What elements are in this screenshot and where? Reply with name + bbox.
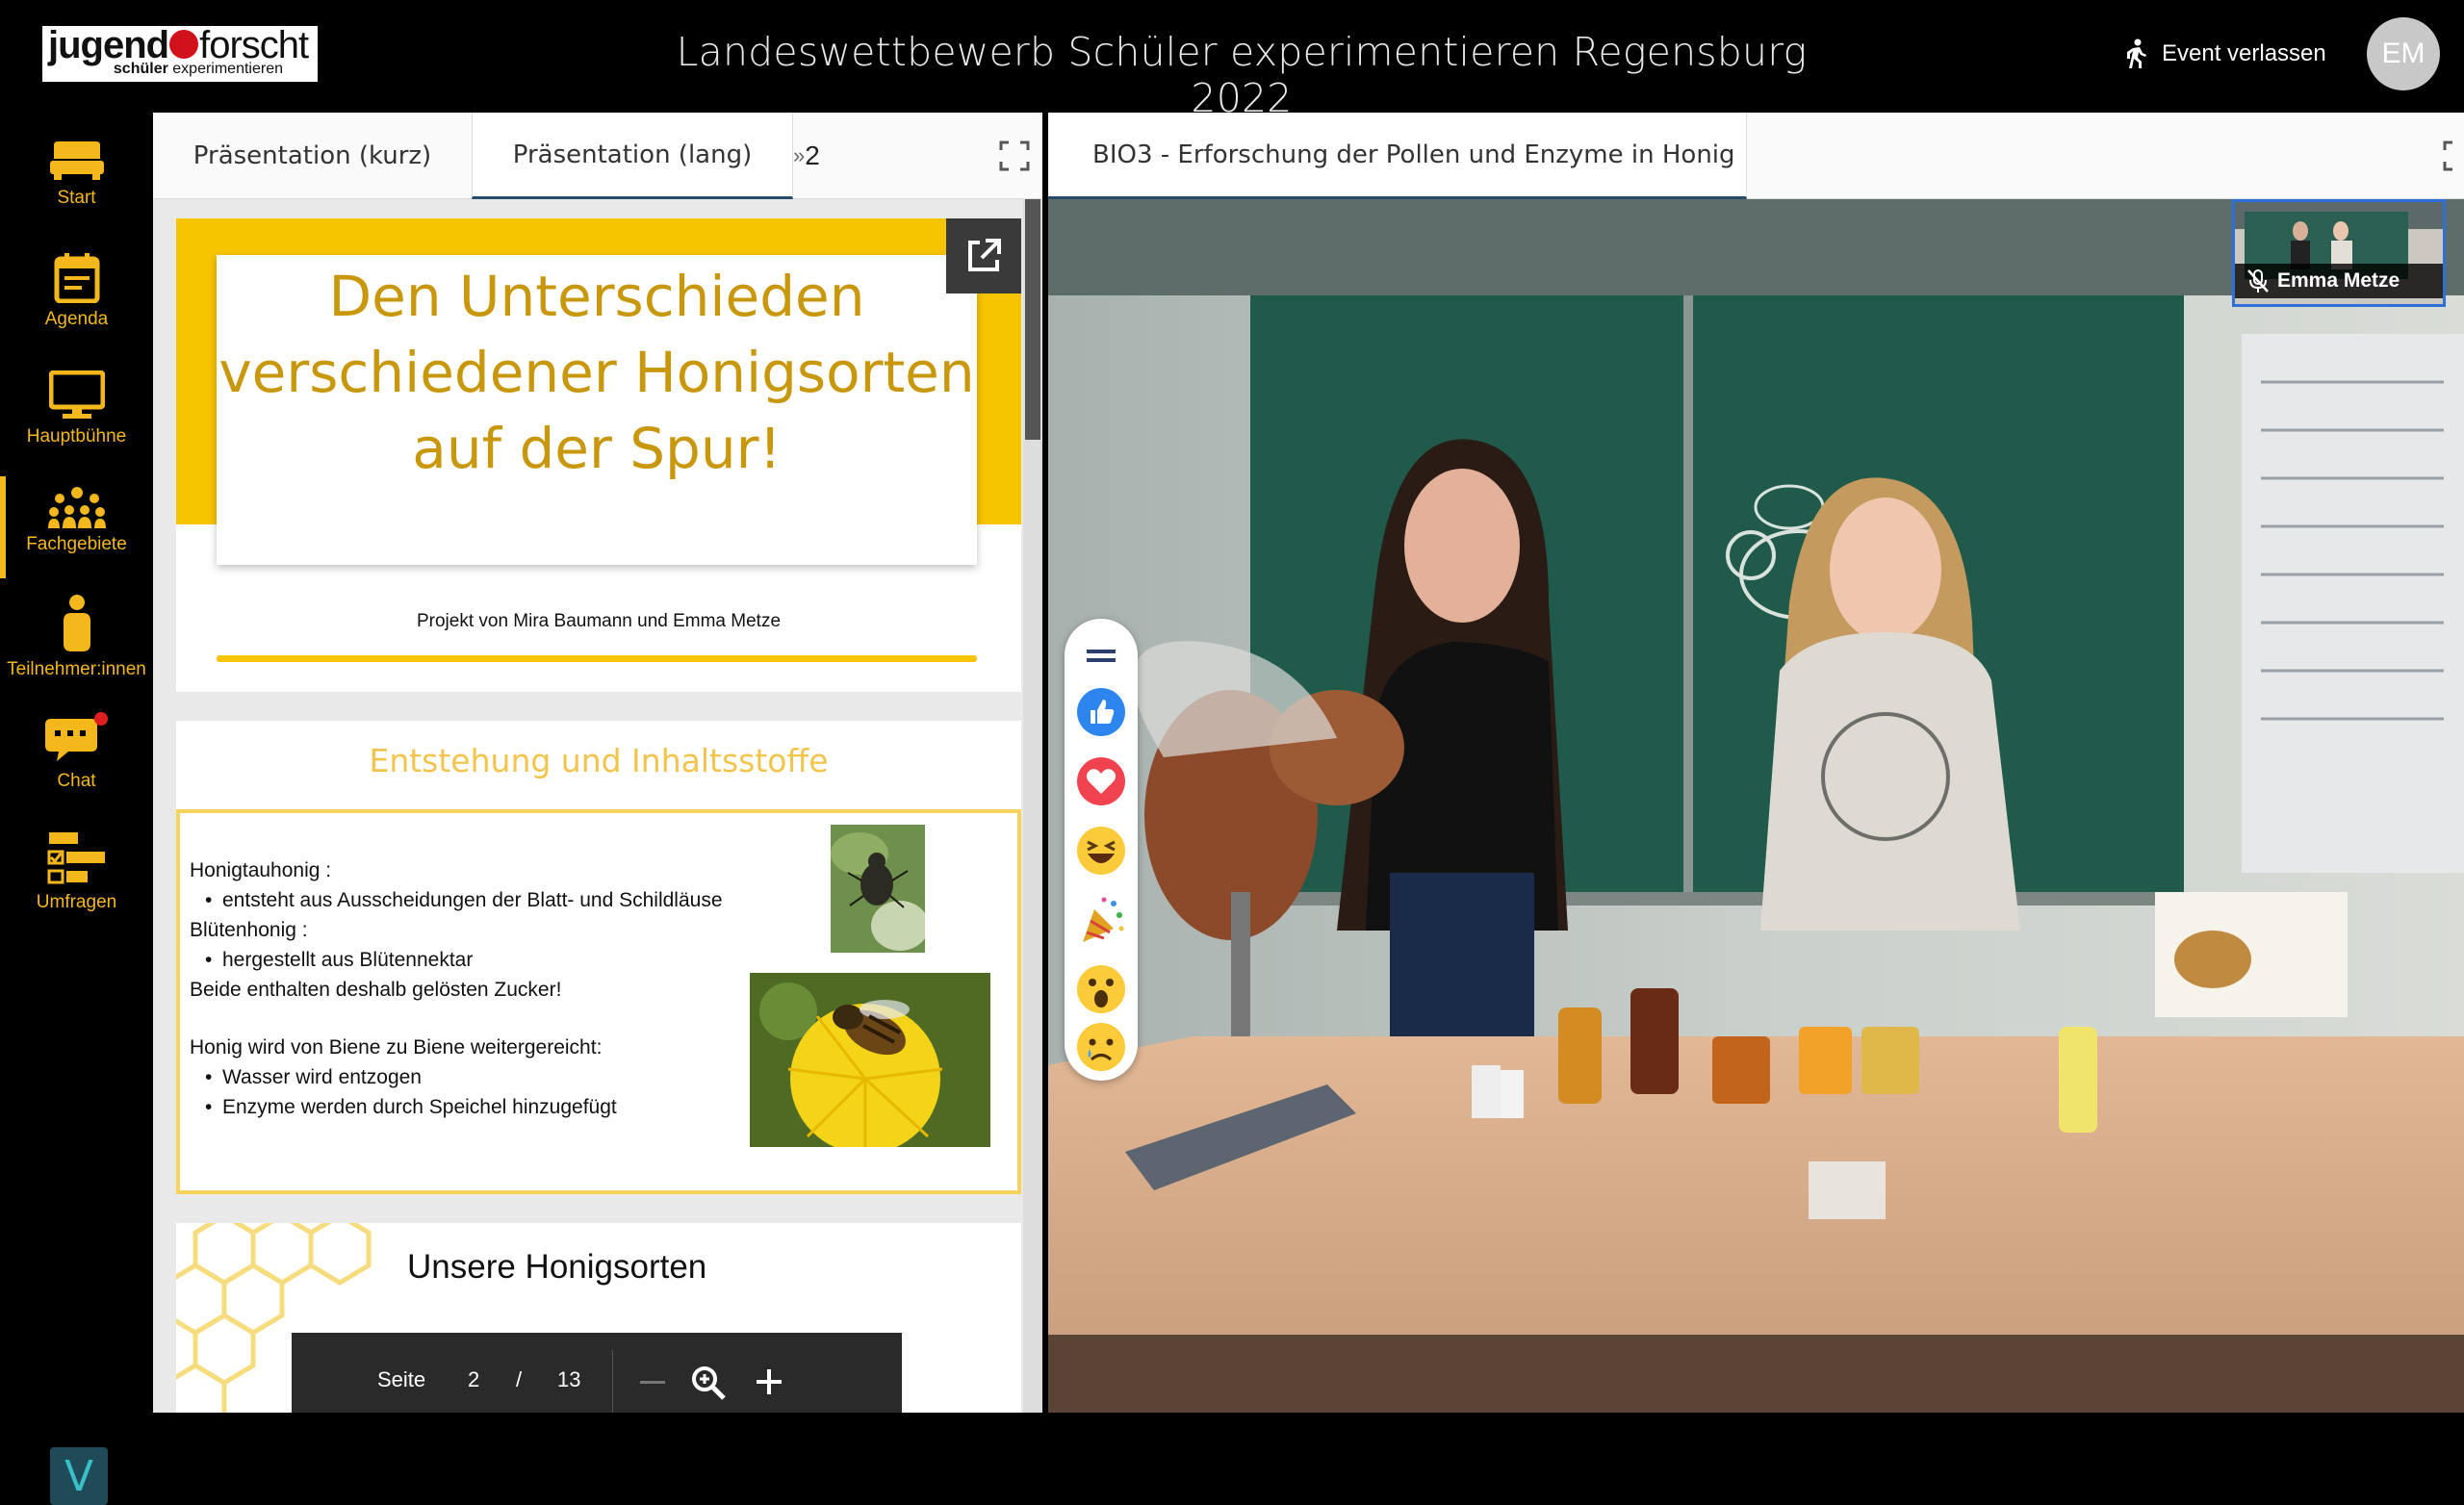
tab-praesentation-kurz[interactable]: Präsentation (kurz) [153,113,472,199]
sidebar-item-label: Teilnehmer:innen [7,659,146,679]
agenda-icon [54,253,99,303]
sidebar-item-label: Chat [57,771,96,791]
leave-event-label: Event verlassen [2162,40,2326,66]
video-stream[interactable] [1048,199,2464,1335]
reactions-bar [1065,619,1138,1081]
participant-name: Emma Metze [2277,269,2400,292]
slide-list[interactable]: Den Unterschieden verschiedener Honigsor… [176,218,1021,1413]
toolbar-divider [612,1350,613,1413]
heart-icon[interactable] [1075,755,1127,807]
poll-icon [47,832,105,884]
video-scene [1048,199,2464,1335]
slide-1-subtitle: Projekt von Mira Baumann und Emma Metze [416,611,782,631]
list-item: Blütenhonig : [190,919,308,941]
mic-muted-icon [2247,269,2269,293]
slides-scrollbar[interactable] [1023,199,1042,1413]
page-separator: / [516,1367,523,1391]
monitor-icon [48,370,105,419]
jugend-forscht-logo: jugend forscht schüler experimentieren [42,24,318,82]
scrollbar-thumb[interactable] [1025,199,1040,440]
list-item: Honigtauhonig : [190,859,332,881]
open-external-button[interactable] [946,218,1021,293]
list-item: Enzyme werden durch Speichel hinzugefügt [190,1092,723,1122]
group-icon [47,487,106,528]
sidebar-item-agenda[interactable]: Agenda [0,251,153,330]
sidebar-item-label: Hauptbühne [26,426,127,446]
fullscreen-icon[interactable] [2442,140,2464,172]
sidebar-item-label: Umfragen [36,892,117,912]
zoom-icon[interactable] [689,1364,728,1402]
page-navigation-bar: Seite 2 / 13 [356,1350,839,1413]
zoom-in-icon[interactable] [755,1367,783,1396]
sidebar-item-teilnehmer[interactable]: Teilnehmer:innen [0,594,153,680]
bee-on-dandelion-photo [750,973,990,1147]
list-item: Honig wird von Biene zu Biene weitergere… [190,1036,603,1059]
list-item: Beide enthalten deshalb gelösten Zucker! [190,979,562,1001]
exit-icon [2127,38,2146,68]
slide-3-title: Unsere Honigsorten [407,1248,707,1286]
double-chevron-icon: » [793,143,806,167]
start-icon [49,141,104,180]
participant-name-tag: Emma Metze [2235,264,2443,298]
presentation-panel: Präsentation (kurz) Präsentation (lang) … [153,113,1042,1413]
thumbs-up-icon[interactable] [1075,686,1127,738]
video-panel: BIO3 - Erforschung der Pollen und Enzyme… [1048,113,2464,1413]
self-view-thumbnail[interactable]: Emma Metze [2232,199,2446,307]
party-icon[interactable] [1075,894,1127,946]
list-item: entsteht aus Ausscheidungen der Blatt- u… [190,885,723,915]
sidebar: Start Agenda Hauptbühne Fachgebiete Teil… [0,113,153,1505]
slide-2-text: Honigtauhonig : entsteht aus Ausscheidun… [190,855,723,1122]
sidebar-item-start[interactable]: Start [0,138,153,209]
video-letterbox [1048,1335,2464,1413]
slide-1[interactable]: Den Unterschieden verschiedener Honigsor… [176,218,1021,692]
slide-1-title: Den Unterschieden verschiedener Honigsor… [218,264,975,481]
more-tabs-count: 2 [805,140,820,170]
list-item: Wasser wird entzogen [190,1062,723,1092]
video-tabs: BIO3 - Erforschung der Pollen und Enzyme… [1048,113,2464,199]
menu-icon[interactable] [1075,630,1127,682]
zoom-out-icon[interactable] [638,1369,667,1394]
aphid-photo [831,825,925,953]
chat-icon [44,712,108,761]
laugh-icon[interactable] [1075,825,1127,877]
presentation-tabs: Präsentation (kurz) Präsentation (lang) … [153,113,1042,199]
sidebar-item-label: Start [57,188,96,208]
avatar[interactable]: EM [2367,17,2440,90]
sad-icon[interactable] [1075,1021,1127,1073]
slide-2[interactable]: Entstehung und Inhaltsstoffe Honigtauhon… [176,721,1021,1194]
top-bar: jugend forscht schüler experimentieren La… [0,0,2464,121]
logo-sub: experimentieren [167,61,283,77]
slide-2-title: Entstehung und Inhaltsstoffe [369,742,829,779]
event-title: Landeswettbewerb Schüler experimentieren… [676,29,1808,121]
list-item: hergestellt aus Blütennektar [190,945,723,975]
page-label: Seite [377,1367,426,1391]
tab-praesentation-lang[interactable]: Präsentation (lang) [472,113,793,199]
page-current-input[interactable]: 2 [468,1367,479,1392]
logo-sub-bold: schüler [113,61,168,77]
sidebar-item-hauptbuehne[interactable]: Hauptbühne [0,370,153,447]
person-icon [63,595,90,651]
sidebar-item-umfragen[interactable]: Umfragen [0,830,153,913]
sidebar-item-fachgebiete[interactable]: Fachgebiete [0,476,153,578]
slide-divider [217,655,977,662]
more-tabs-button[interactable]: » 2 [793,113,832,199]
leave-event-button[interactable]: Event verlassen [2123,35,2326,73]
page-total: 13 [557,1367,581,1391]
sidebar-item-label: Agenda [44,309,109,329]
tab-video-room[interactable]: BIO3 - Erforschung der Pollen und Enzyme… [1048,113,1747,199]
fullscreen-icon[interactable] [998,140,1031,172]
sidebar-item-chat[interactable]: Chat [0,711,153,792]
surprised-icon[interactable] [1075,963,1127,1015]
open-external-icon [968,239,1001,271]
platform-logo: V [50,1447,108,1505]
sidebar-item-label: Fachgebiete [26,534,127,554]
logo-dot-icon [169,30,199,60]
